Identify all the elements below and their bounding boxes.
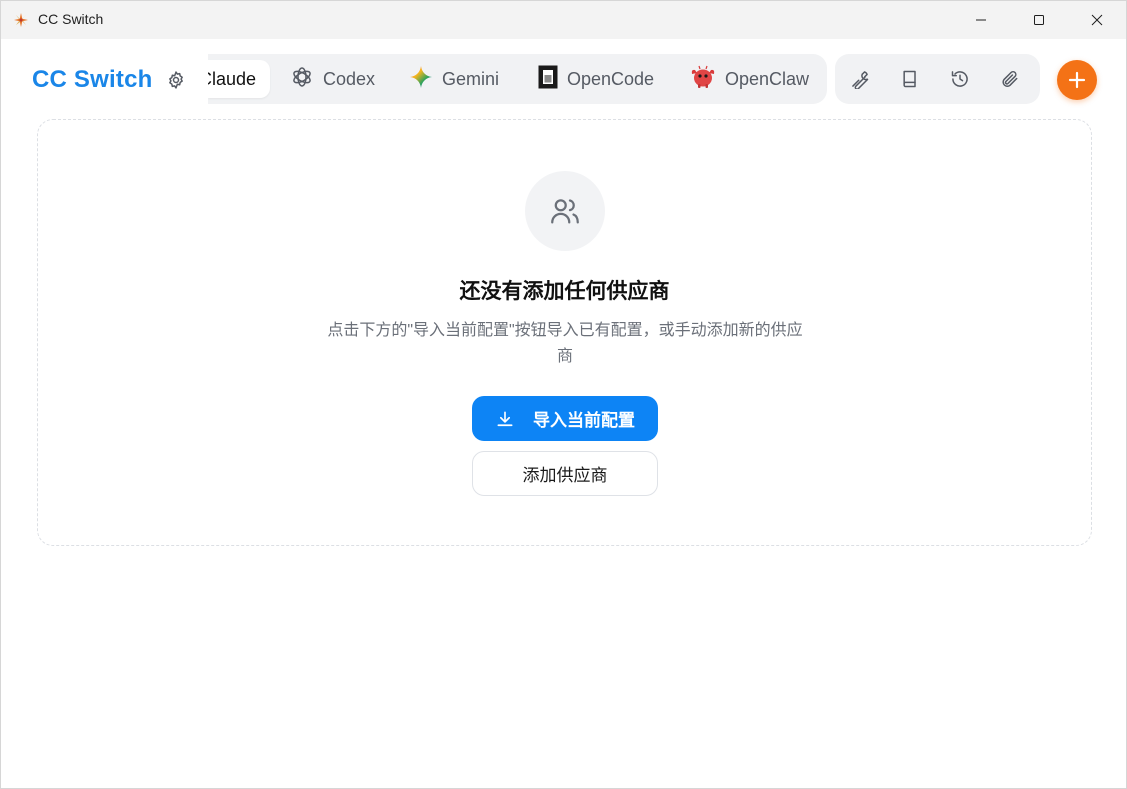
opencode-icon <box>538 65 558 94</box>
prompts-button[interactable] <box>897 66 923 92</box>
history-icon <box>951 71 968 87</box>
empty-state-description: 点击下方的"导入当前配置"按钮导入已有配置，或手动添加新的供应商 <box>327 322 803 365</box>
tab-label: OpenClaw <box>725 68 810 89</box>
settings-button[interactable] <box>163 67 189 93</box>
add-provider-label: 添加供应商 <box>522 466 608 485</box>
download-icon <box>497 411 513 426</box>
import-config-button[interactable]: 导入当前配置 <box>472 396 658 441</box>
plus-icon <box>1068 71 1086 89</box>
empty-state-title: 还没有添加任何供应商 <box>459 280 670 303</box>
tab-label: Gemini <box>442 68 500 89</box>
close-icon <box>1091 14 1103 26</box>
minimize-button[interactable] <box>952 1 1010 39</box>
window-title: CC Switch <box>38 11 104 27</box>
maximize-icon <box>1034 15 1044 25</box>
empty-state-card: 还没有添加任何供应商 点击下方的"导入当前配置"按钮导入已有配置，或手动添加新的… <box>37 119 1092 546</box>
app-window: CC Switch CC Switch Claude <box>0 0 1127 789</box>
tab-codex[interactable]: Codex <box>290 60 375 98</box>
app-logo-icon <box>13 12 29 28</box>
tab-label: Claude <box>208 68 256 89</box>
history-button[interactable] <box>947 66 973 92</box>
openclaw-icon <box>690 65 716 94</box>
tab-label: OpenCode <box>567 68 655 89</box>
close-button[interactable] <box>1068 1 1126 39</box>
users-icon <box>551 199 579 224</box>
empty-state-icon-wrapper <box>525 171 605 251</box>
brand-title: CC Switch <box>32 66 153 93</box>
tab-opencode[interactable]: OpenCode <box>538 60 654 98</box>
paperclip-icon <box>1002 70 1018 87</box>
app-header: CC Switch Claude <box>1 39 1126 119</box>
tab-openclaw[interactable]: OpenClaw <box>690 60 809 98</box>
tab-label: Codex <box>323 68 376 89</box>
gemini-sparkle-icon <box>409 65 433 94</box>
toolbar <box>835 54 1040 104</box>
skills-button[interactable] <box>847 66 873 92</box>
wrench-icon <box>852 71 869 89</box>
attachments-button[interactable] <box>997 66 1023 92</box>
book-icon <box>903 70 916 88</box>
maximize-button[interactable] <box>1010 1 1068 39</box>
openai-icon <box>290 65 314 94</box>
tab-gemini[interactable]: Gemini <box>409 60 499 98</box>
add-provider-button[interactable]: 添加供应商 <box>472 451 658 496</box>
add-provider-fab[interactable] <box>1057 60 1097 100</box>
minimize-icon <box>976 19 986 21</box>
import-config-label: 导入当前配置 <box>533 411 635 430</box>
gear-icon <box>169 71 183 89</box>
app-tabs: Claude Codex <box>208 54 827 104</box>
tab-claude[interactable]: Claude <box>208 60 270 98</box>
title-bar[interactable]: CC Switch <box>1 1 1126 39</box>
